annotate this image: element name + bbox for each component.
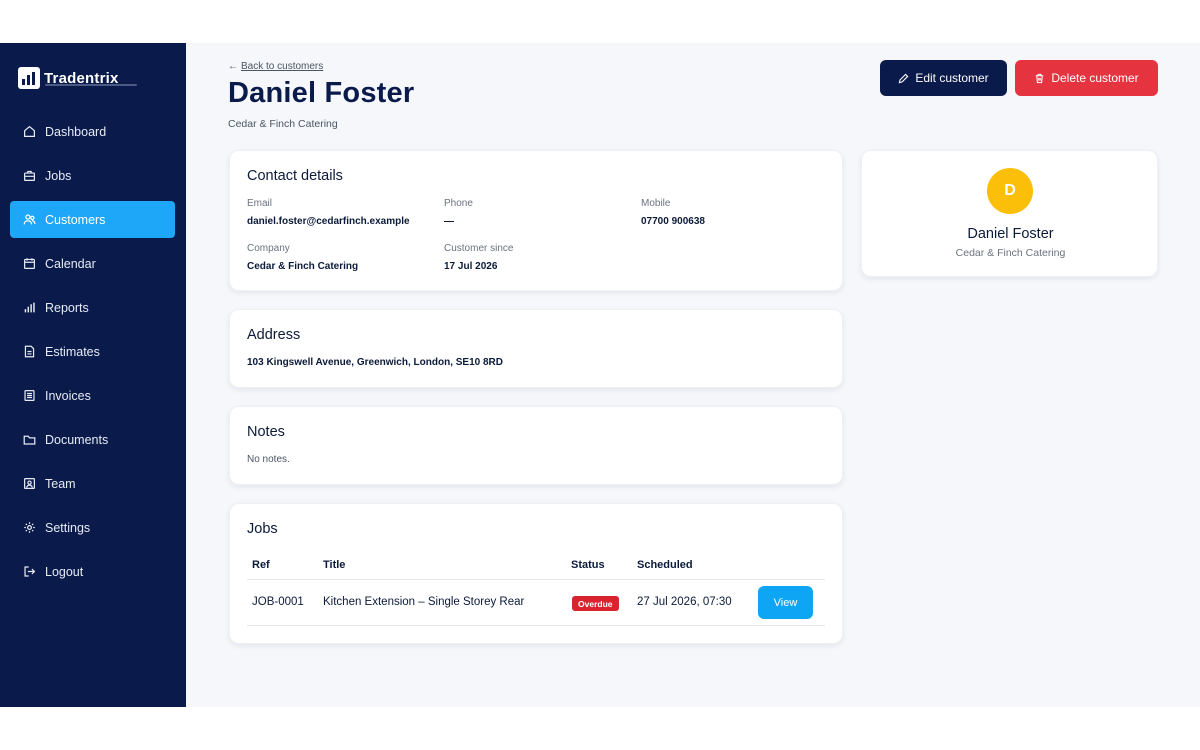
sidebar-item-label: Jobs	[45, 168, 72, 183]
delete-customer-label: Delete customer	[1051, 71, 1139, 85]
bar-chart-icon	[22, 301, 36, 315]
column-header-status: Status	[571, 559, 605, 571]
sidebar-item-label: Logout	[45, 564, 84, 579]
jobs-card: Jobs Ref Title Status Scheduled JOB-0001…	[229, 503, 843, 644]
company-label: Company	[247, 243, 290, 254]
sidebar-item-jobs[interactable]: Jobs	[10, 157, 175, 194]
mobile-value: 07700 900638	[641, 216, 705, 227]
back-link[interactable]: ← Back to customers	[228, 61, 323, 72]
sidebar-item-customers[interactable]: Customers	[10, 201, 175, 238]
sidebar-item-label: Calendar	[45, 256, 96, 271]
page-title: Daniel Foster	[228, 77, 415, 109]
home-icon	[22, 125, 36, 139]
briefcase-icon	[22, 169, 36, 183]
profile-company: Cedar & Finch Catering	[955, 247, 1066, 259]
trash-icon	[1036, 73, 1044, 83]
notes-card: Notes No notes.	[229, 406, 843, 485]
sidebar-item-logout[interactable]: Logout	[10, 553, 175, 590]
view-job-button[interactable]: View	[758, 586, 813, 619]
sidebar-item-label: Customers	[45, 212, 106, 227]
sidebar-item-estimates[interactable]: Estimates	[10, 333, 175, 370]
contact-details-card: Contact details Email daniel.foster@ceda…	[229, 150, 843, 291]
brand[interactable]: Tradentrix	[18, 67, 137, 89]
table-row: JOB-0001 Kitchen Extension – Single Stor…	[247, 580, 825, 626]
receipt-icon	[22, 389, 36, 403]
email-value[interactable]: daniel.foster@cedarfinch.example	[247, 216, 410, 227]
arrow-left-icon: ←	[228, 61, 238, 72]
address-card: Address 103 Kingswell Avenue, Greenwich,…	[229, 309, 843, 388]
users-icon	[22, 213, 36, 227]
folder-icon	[22, 433, 36, 447]
gear-icon	[22, 521, 36, 535]
phone-label: Phone	[444, 198, 473, 209]
notes-heading: Notes	[247, 424, 285, 440]
document-icon	[22, 345, 36, 359]
jobs-heading: Jobs	[247, 521, 278, 537]
app-window: Tradentrix Dashboard Jobs Customers Cale…	[0, 43, 1200, 707]
sidebar-item-reports[interactable]: Reports	[10, 289, 175, 326]
column-header-title: Title	[323, 559, 346, 571]
sidebar-item-label: Invoices	[45, 388, 91, 403]
calendar-icon	[22, 257, 36, 271]
contact-details-heading: Contact details	[247, 168, 343, 184]
sidebar-item-settings[interactable]: Settings	[10, 509, 175, 546]
address-heading: Address	[247, 327, 301, 343]
company-value: Cedar & Finch Catering	[247, 261, 359, 272]
pencil-icon	[898, 73, 909, 83]
edit-customer-label: Edit customer	[915, 71, 989, 85]
sidebar-item-label: Settings	[45, 520, 91, 535]
sidebar-item-label: Dashboard	[45, 124, 107, 139]
notes-value: No notes.	[247, 454, 290, 465]
avatar: D	[987, 168, 1033, 214]
sidebar-item-label: Estimates	[45, 344, 100, 359]
jobs-table-header: Ref Title Status Scheduled	[247, 556, 825, 580]
column-header-scheduled: Scheduled	[637, 559, 693, 571]
customer-since-value: 17 Jul 2026	[444, 261, 498, 272]
address-value: 103 Kingswell Avenue, Greenwich, London,…	[247, 357, 503, 368]
edit-customer-button[interactable]: Edit customer	[880, 60, 1007, 96]
mobile-label: Mobile	[641, 198, 671, 209]
back-link-label: Back to customers	[241, 61, 324, 72]
sidebar: Tradentrix Dashboard Jobs Customers Cale…	[0, 43, 186, 707]
sidebar-nav: Dashboard Jobs Customers Calendar Report…	[10, 113, 175, 597]
logout-icon	[22, 565, 36, 579]
sidebar-item-team[interactable]: Team	[10, 465, 175, 502]
brand-tagline	[45, 84, 137, 86]
customer-since-label: Customer since	[444, 243, 514, 254]
sidebar-item-documents[interactable]: Documents	[10, 421, 175, 458]
job-ref: JOB-0001	[252, 596, 304, 608]
delete-customer-button[interactable]: Delete customer	[1015, 60, 1158, 96]
job-title: Kitchen Extension – Single Storey Rear	[323, 596, 525, 608]
job-scheduled: 27 Jul 2026, 07:30	[637, 596, 732, 608]
column-header-ref: Ref	[252, 559, 270, 571]
sidebar-item-calendar[interactable]: Calendar	[10, 245, 175, 282]
brand-logo-icon	[18, 67, 40, 89]
sidebar-item-label: Documents	[45, 432, 109, 447]
sidebar-item-label: Reports	[45, 300, 89, 315]
email-label: Email	[247, 198, 273, 209]
status-badge: Overdue	[572, 596, 619, 611]
page-subtitle: Cedar & Finch Catering	[228, 118, 338, 130]
sidebar-item-dashboard[interactable]: Dashboard	[10, 113, 175, 150]
sidebar-item-invoices[interactable]: Invoices	[10, 377, 175, 414]
phone-value: —	[444, 216, 454, 227]
sidebar-item-label: Team	[45, 476, 76, 491]
main-content: ← Back to customers Daniel Foster Cedar &…	[186, 43, 1200, 707]
team-icon	[22, 477, 36, 491]
profile-card: D Daniel Foster Cedar & Finch Catering	[861, 150, 1158, 277]
profile-name: Daniel Foster	[967, 226, 1054, 242]
